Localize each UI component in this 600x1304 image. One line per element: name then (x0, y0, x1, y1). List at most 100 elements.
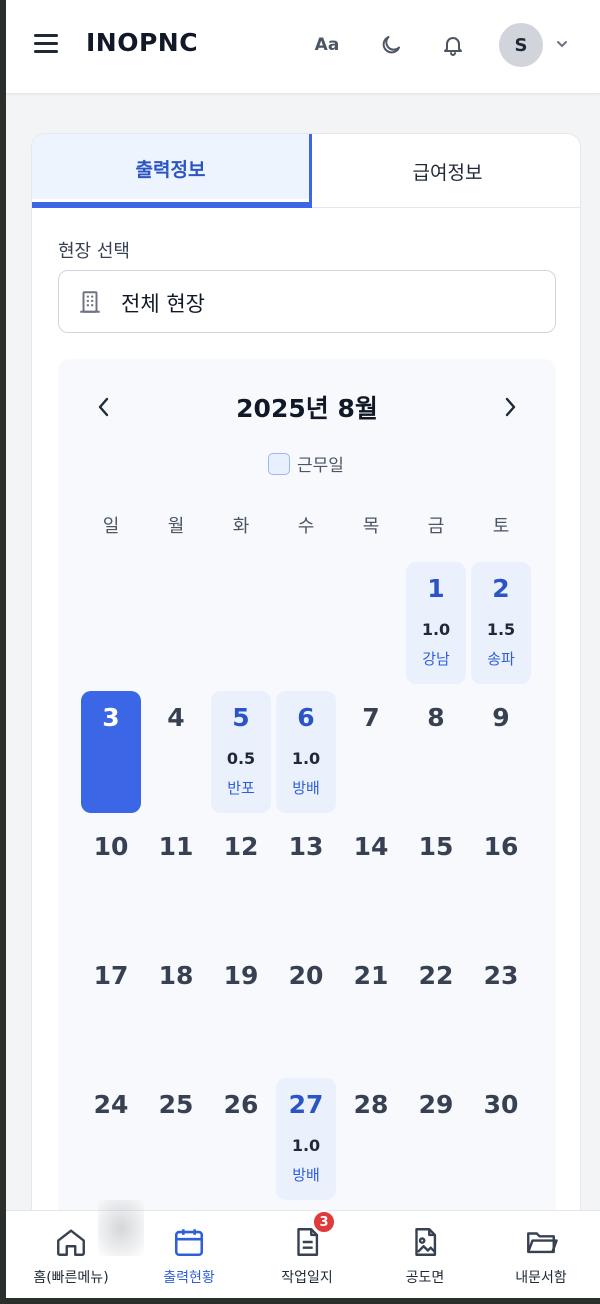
nav-attendance-label: 출력현황 (163, 1270, 215, 1286)
day-number: 12 (223, 832, 259, 861)
calendar-day[interactable]: 4 (146, 691, 206, 813)
top-header: INOPNC Aa S (6, 0, 600, 94)
calendar-day[interactable]: 29 (406, 1078, 466, 1200)
day-work-hours: 0.5 (226, 749, 256, 768)
day-number: 8 (427, 703, 445, 732)
calendar-day[interactable]: 8 (406, 691, 466, 813)
nav-documents[interactable]: 내문서함 (482, 1211, 600, 1298)
calendar-day[interactable]: 20 (276, 949, 336, 1071)
day-site-name: 반포 (227, 779, 255, 797)
calendar-day[interactable]: 25 (146, 1078, 206, 1200)
legend-label: 근무일 (297, 456, 344, 476)
day-number: 11 (158, 832, 194, 861)
day-number: 23 (483, 961, 519, 990)
next-month-chevron-icon[interactable] (496, 393, 524, 421)
day-number: 4 (167, 703, 185, 732)
work-log-badge: 3 (312, 1210, 336, 1234)
image-file-icon (406, 1223, 444, 1261)
day-number: 13 (288, 832, 324, 861)
font-size-button[interactable]: Aa (312, 30, 342, 60)
day-number: 27 (288, 1090, 324, 1119)
calendar-day[interactable]: 13 (276, 820, 336, 942)
chevron-down-icon[interactable] (555, 36, 569, 55)
nav-work-log-label: 작업일지 (281, 1270, 333, 1286)
calendar-day[interactable]: 14 (341, 820, 401, 942)
calendar-day[interactable]: 9 (471, 691, 531, 813)
attendance-card: 출력정보 급여정보 현장 선택 전체 현장 2025년 8월 근무일 일 월 화… (31, 133, 581, 1298)
app-logo[interactable]: INOPNC (86, 28, 198, 57)
day-number: 9 (492, 703, 510, 732)
nav-drawings[interactable]: 공도면 (366, 1211, 484, 1298)
day-number: 30 (483, 1090, 519, 1119)
nav-home[interactable]: 홈(빠른메뉴) (12, 1211, 130, 1298)
day-number: 3 (102, 703, 120, 732)
calendar-day[interactable]: 6 1.0 방배 (276, 691, 336, 813)
nav-attendance[interactable]: 출력현황 (130, 1211, 248, 1298)
legend-swatch (268, 452, 290, 475)
folder-icon (522, 1223, 560, 1261)
notification-bell-icon[interactable] (438, 30, 468, 60)
day-number: 15 (418, 832, 454, 861)
calendar-day[interactable]: 17 (81, 949, 141, 1071)
day-site-name: 송파 (487, 650, 515, 668)
app-screen: INOPNC Aa S 출력정보 급여정보 현장 선택 전체 현장 2025년 … (6, 0, 600, 1298)
calendar-day[interactable]: 26 (211, 1078, 271, 1200)
weekday-tue: 화 (232, 516, 250, 537)
day-site-name: 방배 (292, 1166, 320, 1184)
day-number: 24 (93, 1090, 129, 1119)
calendar-day[interactable]: 19 (211, 949, 271, 1071)
weekday-sat: 토 (492, 516, 510, 537)
home-icon (52, 1223, 90, 1261)
day-number: 7 (362, 703, 380, 732)
calendar-day[interactable]: 7 (341, 691, 401, 813)
day-number: 1 (427, 574, 445, 603)
tab-salary-info[interactable]: 급여정보 (313, 134, 580, 208)
weekday-mon: 월 (167, 516, 185, 537)
day-number: 20 (288, 961, 324, 990)
month-title: 2025년 8월 (236, 394, 378, 423)
day-number: 18 (158, 961, 194, 990)
nav-drawings-label: 공도면 (405, 1270, 445, 1286)
weekday-sun: 일 (102, 516, 120, 537)
calendar-day[interactable]: 22 (406, 949, 466, 1071)
day-site-name: 강남 (422, 650, 450, 668)
calendar-day[interactable]: 3 (81, 691, 141, 813)
user-avatar[interactable]: S (499, 23, 543, 67)
calendar-day[interactable]: 5 0.5 반포 (211, 691, 271, 813)
day-number: 16 (483, 832, 519, 861)
day-number: 22 (418, 961, 454, 990)
calendar-day[interactable]: 10 (81, 820, 141, 942)
menu-icon[interactable] (34, 34, 58, 56)
tab-attendance-info[interactable]: 출력정보 (32, 134, 312, 208)
day-work-hours: 1.0 (291, 1136, 321, 1155)
calendar-day[interactable]: 16 (471, 820, 531, 942)
calendar-day[interactable]: 27 1.0 방배 (276, 1078, 336, 1200)
dark-mode-icon[interactable] (376, 30, 406, 60)
calendar-day[interactable]: 18 (146, 949, 206, 1071)
calendar-day[interactable]: 2 1.5 송파 (471, 562, 531, 684)
calendar-day[interactable]: 28 (341, 1078, 401, 1200)
calendar-day[interactable]: 12 (211, 820, 271, 942)
calendar-legend: 근무일 (268, 451, 344, 476)
weekday-fri: 금 (427, 516, 445, 537)
calendar-day[interactable]: 11 (146, 820, 206, 942)
nav-documents-label: 내문서함 (515, 1270, 567, 1286)
calendar-day[interactable]: 15 (406, 820, 466, 942)
nav-home-label: 홈(빠른메뉴) (33, 1270, 109, 1286)
calendar-day[interactable]: 21 (341, 949, 401, 1071)
site-select-label: 현장 선택 (58, 241, 130, 262)
day-number: 21 (353, 961, 389, 990)
site-select-dropdown[interactable]: 전체 현장 (58, 270, 556, 333)
bottom-nav: 홈(빠른메뉴) 출력현황 작업일지 공도면 내문서함 (6, 1210, 600, 1298)
calendar-day[interactable]: 30 (471, 1078, 531, 1200)
calendar-day[interactable]: 1 1.0 강남 (406, 562, 466, 684)
day-number: 17 (93, 961, 129, 990)
day-number: 5 (232, 703, 250, 732)
tab-bar: 출력정보 급여정보 (32, 134, 580, 208)
calendar-day[interactable]: 23 (471, 949, 531, 1071)
calendar-day[interactable]: 24 (81, 1078, 141, 1200)
day-number: 10 (93, 832, 129, 861)
day-site-name: 방배 (292, 779, 320, 797)
day-number: 6 (297, 703, 315, 732)
nav-work-log[interactable]: 작업일지 (248, 1211, 366, 1298)
